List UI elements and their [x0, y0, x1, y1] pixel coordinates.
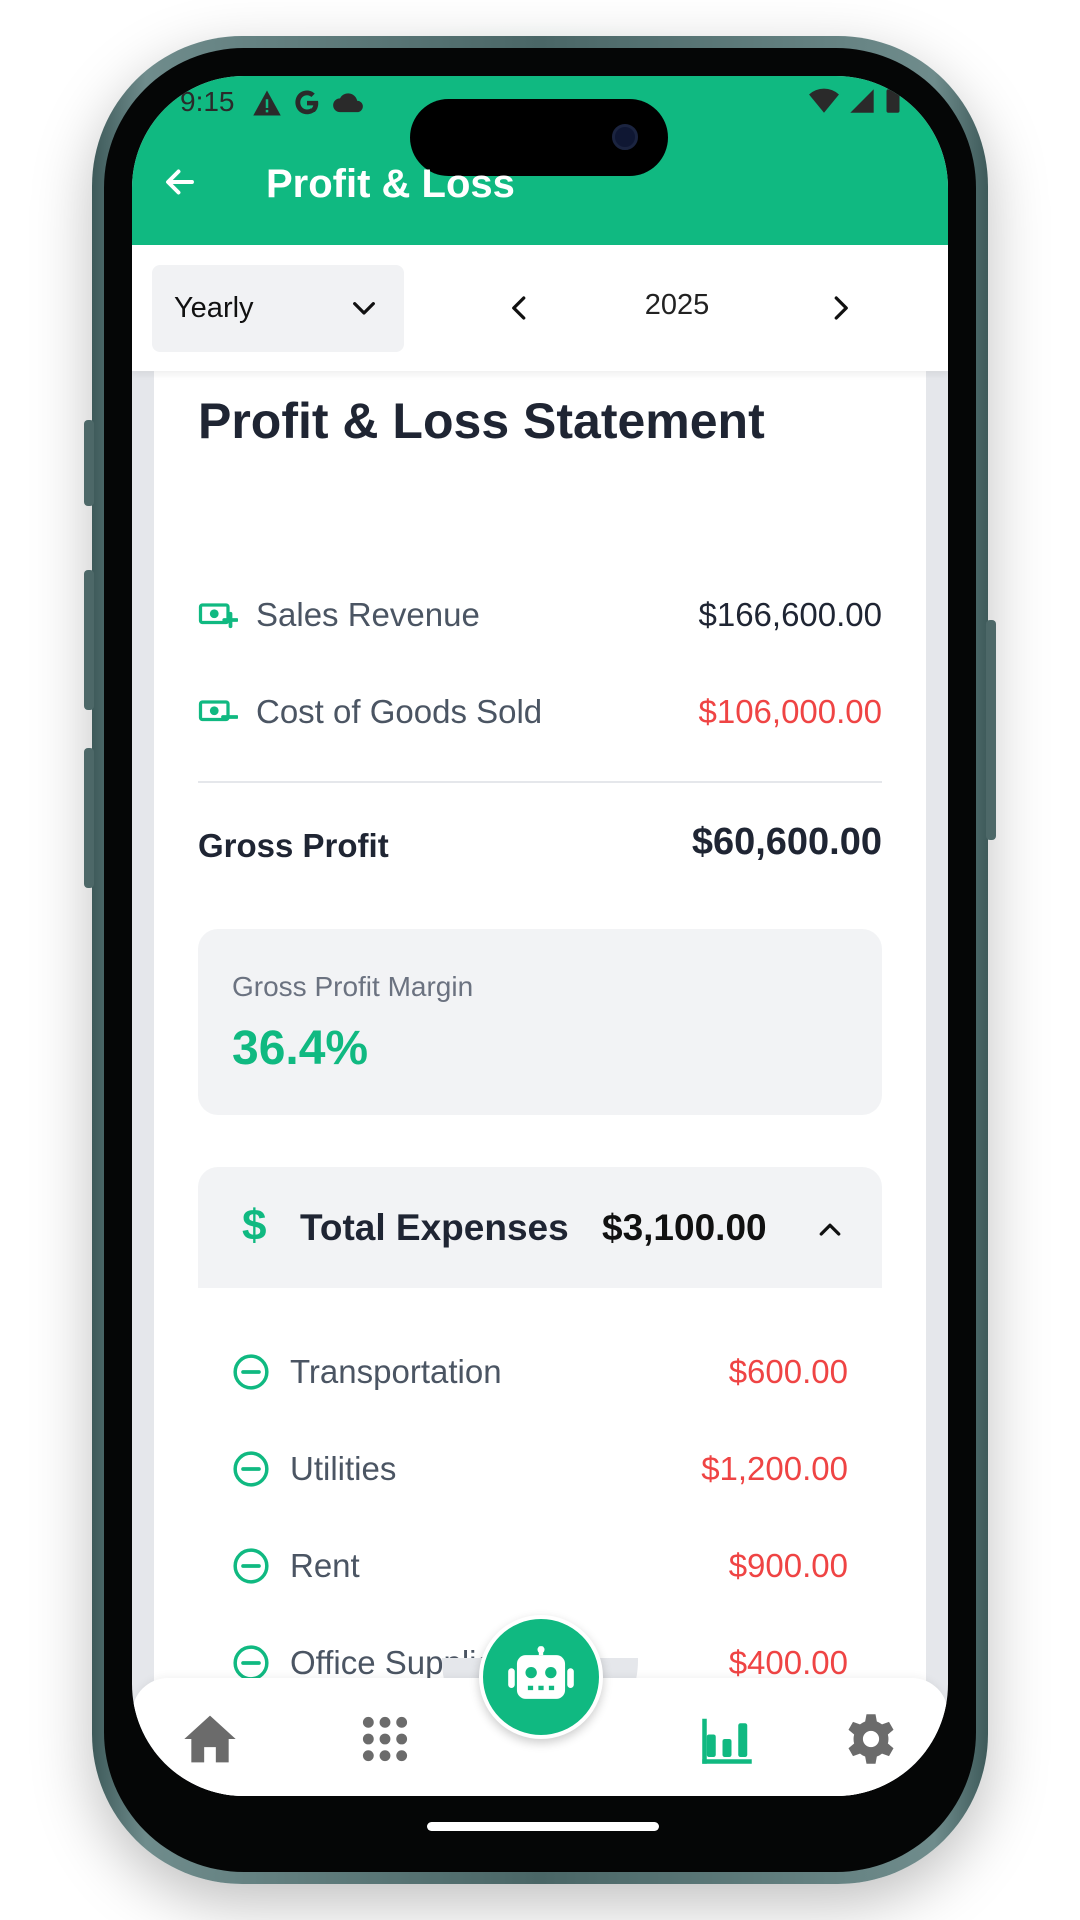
gross-margin-value: 36.4%	[232, 1022, 369, 1075]
nav-reports[interactable]	[692, 1704, 762, 1774]
bar-chart-icon	[702, 1718, 752, 1764]
dollar-icon: $	[242, 1201, 267, 1250]
statement-card: Profit & Loss Statement Sales Revenue $1…	[154, 356, 926, 1796]
collapse-expenses-button[interactable]	[810, 1211, 850, 1247]
google-icon	[295, 90, 319, 115]
statement-title: Profit & Loss Statement	[198, 393, 765, 449]
period-dropdown[interactable]: Yearly	[152, 265, 404, 352]
chevron-right-icon	[834, 296, 848, 320]
sales-revenue-value: $166,600.00	[698, 596, 882, 633]
cellular-signal-icon	[850, 89, 874, 113]
status-icons-right	[808, 88, 902, 114]
money-minus-icon	[198, 700, 238, 722]
expense-item: Rent $900.00	[232, 1536, 848, 1596]
app-screen: 9:15 Profit & Loss Yearly 2025 Profit & …	[132, 76, 948, 1796]
expense-label: Transportation	[290, 1353, 502, 1390]
phone-volume-down-button	[84, 748, 94, 888]
minus-circle-icon	[233, 1645, 269, 1681]
home-icon	[184, 1715, 236, 1763]
nav-apps[interactable]	[350, 1704, 420, 1774]
cloud-icon	[333, 93, 363, 113]
minus-circle-icon	[233, 1548, 269, 1584]
divider	[198, 781, 882, 783]
robot-icon	[508, 1646, 574, 1699]
previous-year-button[interactable]	[498, 283, 542, 333]
minus-circle-icon	[233, 1451, 269, 1487]
phone-action-button	[84, 420, 94, 506]
arrow-left-icon	[166, 169, 194, 195]
battery-icon	[886, 89, 900, 113]
expense-label: Rent	[290, 1547, 360, 1584]
gear-icon	[848, 1714, 894, 1764]
expense-item: Transportation $600.00	[232, 1342, 848, 1402]
sales-revenue-label: Sales Revenue	[256, 596, 480, 633]
period-toolbar: Yearly 2025	[132, 245, 948, 371]
warning-icon	[253, 90, 281, 116]
home-indicator[interactable]	[427, 1822, 659, 1831]
wifi-icon	[809, 88, 839, 113]
chevron-left-icon	[512, 296, 526, 320]
minus-circle-icon	[233, 1354, 269, 1390]
front-camera	[612, 124, 638, 150]
year-label: 2025	[644, 289, 710, 321]
back-button[interactable]	[154, 156, 206, 208]
cogs-row: Cost of Goods Sold $106,000.00	[198, 682, 882, 742]
period-dropdown-value: Yearly	[174, 292, 254, 324]
gross-margin-label: Gross Profit Margin	[232, 971, 474, 1002]
expense-value: $400.00	[728, 1644, 848, 1681]
status-icons-left	[252, 88, 364, 118]
chevron-up-icon	[819, 1223, 841, 1236]
apps-grid-icon	[362, 1716, 408, 1762]
nav-settings[interactable]	[836, 1704, 906, 1774]
assistant-fab-button[interactable]	[479, 1615, 603, 1739]
app-bar: 9:15 Profit & Loss	[132, 76, 948, 245]
phone-volume-up-button	[84, 570, 94, 710]
expense-value: $600.00	[728, 1353, 848, 1390]
sales-revenue-row: Sales Revenue $166,600.00	[198, 585, 882, 645]
status-time: 9:15	[180, 86, 235, 117]
money-plus-icon	[198, 603, 238, 629]
total-expenses-header[interactable]: $ Total Expenses $3,100.00	[198, 1167, 882, 1288]
nav-home[interactable]	[175, 1704, 245, 1774]
expense-value: $900.00	[728, 1547, 848, 1584]
gross-profit-label: Gross Profit	[198, 827, 389, 864]
total-expenses-value: $3,100.00	[602, 1207, 767, 1248]
gross-profit-margin-box: Gross Profit Margin 36.4%	[198, 929, 882, 1115]
phone-power-button	[986, 620, 996, 840]
expense-item: Utilities $1,200.00	[232, 1439, 848, 1499]
expense-label: Utilities	[290, 1450, 397, 1487]
next-year-button[interactable]	[818, 283, 862, 333]
page-title: Profit & Loss	[266, 162, 515, 206]
cogs-value: $106,000.00	[698, 693, 882, 730]
total-expenses-label: Total Expenses	[300, 1207, 569, 1248]
cogs-label: Cost of Goods Sold	[256, 693, 543, 730]
expense-value: $1,200.00	[701, 1450, 848, 1487]
gross-profit-value: $60,600.00	[691, 821, 882, 863]
chevron-down-icon	[353, 301, 375, 315]
